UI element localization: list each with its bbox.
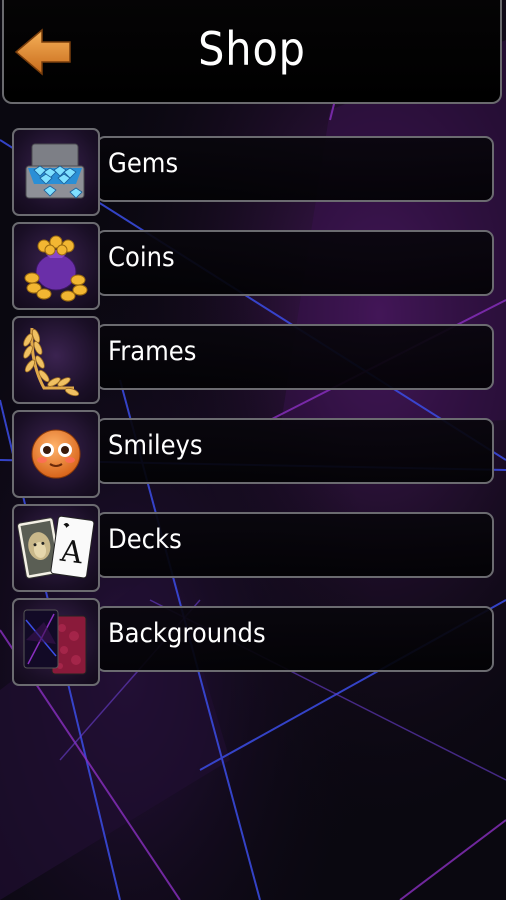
menu-item-backgrounds[interactable]: Backgrounds <box>12 596 494 690</box>
menu-item-coins[interactable]: Coins <box>12 220 494 314</box>
shop-menu: Gems Coins Frames Smileys Decks A Backgr… <box>12 126 494 690</box>
item-label-decks: Decks <box>108 524 182 555</box>
item-label-frames: Frames <box>108 336 197 367</box>
playing-cards-icon: A <box>12 504 100 592</box>
header-bar: Shop <box>2 0 502 104</box>
item-label-gems: Gems <box>108 148 179 179</box>
menu-item-frames[interactable]: Frames <box>12 314 494 408</box>
smiley-face-icon <box>12 410 100 498</box>
coins-bag-icon <box>12 222 100 310</box>
menu-item-decks[interactable]: Decks A <box>12 502 494 596</box>
laurel-frame-icon <box>12 316 100 404</box>
item-label-coins: Coins <box>108 242 175 273</box>
item-label-smileys: Smileys <box>108 430 203 461</box>
backgrounds-cards-icon <box>12 598 100 686</box>
page-title: Shop <box>198 22 306 76</box>
gems-chest-icon <box>12 128 100 216</box>
menu-item-gems[interactable]: Gems <box>12 126 494 220</box>
menu-item-smileys[interactable]: Smileys <box>12 408 494 502</box>
item-label-backgrounds: Backgrounds <box>108 618 266 649</box>
